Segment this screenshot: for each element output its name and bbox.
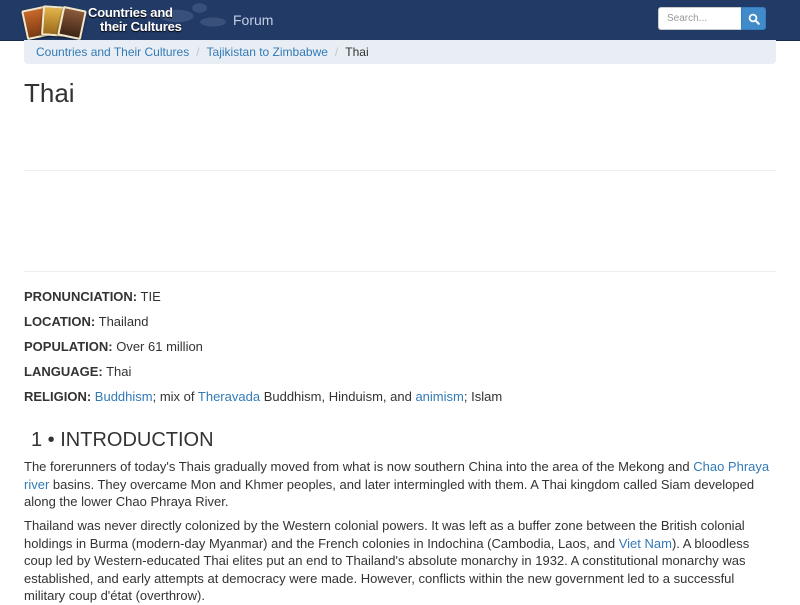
fact-label: LANGUAGE:: [24, 364, 103, 379]
buddhism-link[interactable]: Buddhism: [95, 389, 153, 404]
fact-label: LOCATION:: [24, 314, 96, 329]
page-title: Thai: [24, 78, 75, 108]
paragraph-text: The forerunners of today's Thais gradual…: [24, 459, 694, 474]
nav-forum-link[interactable]: Forum: [233, 12, 273, 28]
fact-text: ; mix of: [152, 389, 195, 404]
search-icon: [748, 13, 760, 25]
fact-value: Over 61 million: [116, 339, 203, 354]
top-navbar: Countries and their Cultures Forum: [0, 0, 800, 41]
fact-population: POPULATION: Over 61 million: [24, 338, 203, 356]
breadcrumb-item[interactable]: Tajikistan to Zimbabwe: [207, 45, 328, 59]
fact-label: PRONUNCIATION:: [24, 289, 138, 304]
breadcrumb-current: Thai: [345, 45, 369, 59]
theravada-link[interactable]: Theravada: [198, 389, 260, 404]
search-button[interactable]: [741, 7, 766, 30]
fact-value: TIE: [140, 289, 161, 304]
paragraph-text: basins. They overcame Mon and Khmer peop…: [24, 476, 755, 510]
logo-tile: [57, 5, 87, 40]
fact-pronunciation: PRONUNCIATION: TIE: [24, 288, 161, 306]
fact-value: Thai: [106, 364, 132, 379]
paragraph: The forerunners of today's Thais gradual…: [24, 458, 776, 511]
fact-language: LANGUAGE: Thai: [24, 363, 131, 381]
breadcrumb: Countries and Their Cultures / Tajikistan …: [24, 40, 776, 64]
breadcrumb-separator: /: [196, 45, 200, 59]
logo-line-2: their Cultures: [100, 19, 182, 34]
viet-nam-link[interactable]: Viet Nam: [619, 536, 672, 551]
fact-text: ; Islam: [463, 389, 503, 404]
logo-tiles-icon[interactable]: [21, 4, 87, 40]
divider: [24, 271, 776, 272]
logo-line-1: Countries and: [88, 5, 173, 20]
divider: [24, 170, 776, 171]
site-logo-text[interactable]: Countries and their Cultures: [88, 6, 198, 34]
fact-text: Buddhism, Hinduism, and: [263, 389, 412, 404]
search-input[interactable]: [658, 7, 741, 30]
fact-location: LOCATION: Thailand: [24, 313, 149, 331]
breadcrumb-item[interactable]: Countries and Their Cultures: [36, 45, 189, 59]
fact-religion: RELIGION: Buddhism; mix of Theravada Bud…: [24, 388, 502, 406]
breadcrumb-separator: /: [334, 45, 339, 59]
fact-label: POPULATION:: [24, 339, 113, 354]
search-form: [658, 7, 766, 30]
animism-link[interactable]: animism: [415, 389, 463, 404]
fact-value: Thailand: [98, 314, 149, 329]
section-heading: 1 • INTRODUCTION: [31, 429, 214, 451]
paragraph: Thailand was never directly colonized by…: [24, 517, 776, 605]
fact-label: RELIGION:: [24, 389, 92, 404]
